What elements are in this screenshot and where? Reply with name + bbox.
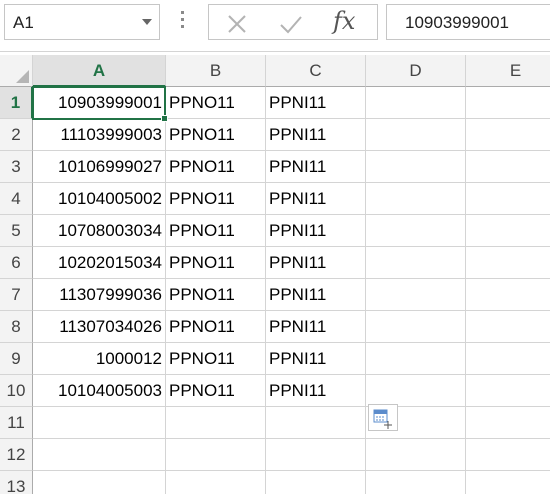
row-header-8[interactable]: 8	[0, 311, 33, 343]
cell-b11[interactable]	[166, 407, 266, 439]
row-header-1[interactable]: 1	[0, 87, 33, 119]
cell-c5[interactable]: PPNI11	[266, 215, 366, 247]
cell-d10[interactable]	[366, 375, 466, 407]
cell-b1[interactable]: PPNO11	[166, 87, 266, 119]
select-all-button[interactable]	[0, 55, 33, 87]
fill-handle[interactable]	[161, 115, 168, 122]
cell-d5[interactable]	[366, 215, 466, 247]
cell-e9[interactable]	[466, 343, 550, 375]
cell-a10[interactable]: 10104005003	[33, 375, 166, 407]
cell-d1[interactable]	[366, 87, 466, 119]
cell-e11[interactable]	[466, 407, 550, 439]
row-header-10[interactable]: 10	[0, 375, 33, 407]
cell-a3[interactable]: 10106999027	[33, 151, 166, 183]
row-header-9[interactable]: 9	[0, 343, 33, 375]
cell-c7[interactable]: PPNI11	[266, 279, 366, 311]
cell-c12[interactable]	[266, 439, 366, 471]
paste-options-button[interactable]	[368, 404, 398, 431]
row-header-13[interactable]: 13	[0, 471, 33, 494]
cell-e1[interactable]	[466, 87, 550, 119]
row-header-5[interactable]: 5	[0, 215, 33, 247]
cell-e7[interactable]	[466, 279, 550, 311]
cell-e8[interactable]	[466, 311, 550, 343]
cell-c4[interactable]: PPNI11	[266, 183, 366, 215]
cell-a6[interactable]: 10202015034	[33, 247, 166, 279]
column-header-e[interactable]: E	[466, 55, 550, 87]
cell-a1[interactable]: 10903999001	[33, 87, 166, 119]
cell-d13[interactable]	[366, 471, 466, 494]
cell-c1[interactable]: PPNI11	[266, 87, 366, 119]
cell-b7[interactable]: PPNO11	[166, 279, 266, 311]
cell-c2[interactable]: PPNI11	[266, 119, 366, 151]
row-header-4[interactable]: 4	[0, 183, 33, 215]
row-header-6[interactable]: 6	[0, 247, 33, 279]
cell-b9[interactable]: PPNO11	[166, 343, 266, 375]
cell-e4[interactable]	[466, 183, 550, 215]
cell-d4[interactable]	[366, 183, 466, 215]
cell-b4[interactable]: PPNO11	[166, 183, 266, 215]
cell-a9[interactable]: 1000012	[33, 343, 166, 375]
cell-d3[interactable]	[366, 151, 466, 183]
paste-options-icon	[373, 409, 392, 429]
cell-d7[interactable]	[366, 279, 466, 311]
cell-d6[interactable]	[366, 247, 466, 279]
cell-e5[interactable]	[466, 215, 550, 247]
cell-c6[interactable]: PPNI11	[266, 247, 366, 279]
cell-b6[interactable]: PPNO11	[166, 247, 266, 279]
formula-bar-area: A1 fx 10903999001	[0, 0, 550, 52]
cell-e6[interactable]	[466, 247, 550, 279]
column-header-b[interactable]: B	[166, 55, 266, 87]
cell-a13[interactable]	[33, 471, 166, 494]
cell-e10[interactable]	[466, 375, 550, 407]
row-header-2[interactable]: 2	[0, 119, 33, 151]
insert-function-button[interactable]: fx	[333, 7, 355, 35]
cell-b3[interactable]: PPNO11	[166, 151, 266, 183]
cell-d12[interactable]	[366, 439, 466, 471]
chevron-down-icon[interactable]	[142, 19, 152, 25]
name-box-value: A1	[13, 13, 34, 32]
cell-b2[interactable]: PPNO11	[166, 119, 266, 151]
cell-b8[interactable]: PPNO11	[166, 311, 266, 343]
cell-a2[interactable]: 11103999003	[33, 119, 166, 151]
name-box[interactable]: A1	[4, 4, 160, 40]
cell-e13[interactable]	[466, 471, 550, 494]
formula-buttons: fx	[208, 4, 378, 40]
cell-d8[interactable]	[366, 311, 466, 343]
cell-a12[interactable]	[33, 439, 166, 471]
row-header-3[interactable]: 3	[0, 151, 33, 183]
cell-b5[interactable]: PPNO11	[166, 215, 266, 247]
cell-a11[interactable]	[33, 407, 166, 439]
row-header-11[interactable]: 11	[0, 407, 33, 439]
column-header-d[interactable]: D	[366, 55, 466, 87]
cell-c3[interactable]: PPNI11	[266, 151, 366, 183]
cell-d9[interactable]	[366, 343, 466, 375]
cell-c8[interactable]: PPNI11	[266, 311, 366, 343]
cell-b10[interactable]: PPNO11	[166, 375, 266, 407]
more-options-icon[interactable]	[176, 7, 188, 37]
column-header-a[interactable]: A	[33, 55, 166, 87]
cell-c11[interactable]	[266, 407, 366, 439]
cell-a5[interactable]: 10708003034	[33, 215, 166, 247]
formula-input[interactable]: 10903999001	[386, 4, 550, 40]
row-header-12[interactable]: 12	[0, 439, 33, 471]
cell-d2[interactable]	[366, 119, 466, 151]
spreadsheet-grid: ABCDE 1 10903999001 PPNO11 PPNI11 2 111039990…	[0, 55, 550, 494]
cell-c10[interactable]: PPNI11	[266, 375, 366, 407]
cell-b12[interactable]	[166, 439, 266, 471]
cell-e12[interactable]	[466, 439, 550, 471]
row-header-7[interactable]: 7	[0, 279, 33, 311]
cell-c9[interactable]: PPNI11	[266, 343, 366, 375]
cell-a4[interactable]: 10104005002	[33, 183, 166, 215]
checkmark-icon[interactable]	[279, 14, 303, 34]
cell-b13[interactable]	[166, 471, 266, 494]
cell-e2[interactable]	[466, 119, 550, 151]
cell-c13[interactable]	[266, 471, 366, 494]
cell-a8[interactable]: 11307034026	[33, 311, 166, 343]
column-header-c[interactable]: C	[266, 55, 366, 87]
close-icon[interactable]	[227, 14, 247, 34]
formula-value: 10903999001	[405, 13, 510, 32]
cell-a7[interactable]: 11307999036	[33, 279, 166, 311]
cell-e3[interactable]	[466, 151, 550, 183]
